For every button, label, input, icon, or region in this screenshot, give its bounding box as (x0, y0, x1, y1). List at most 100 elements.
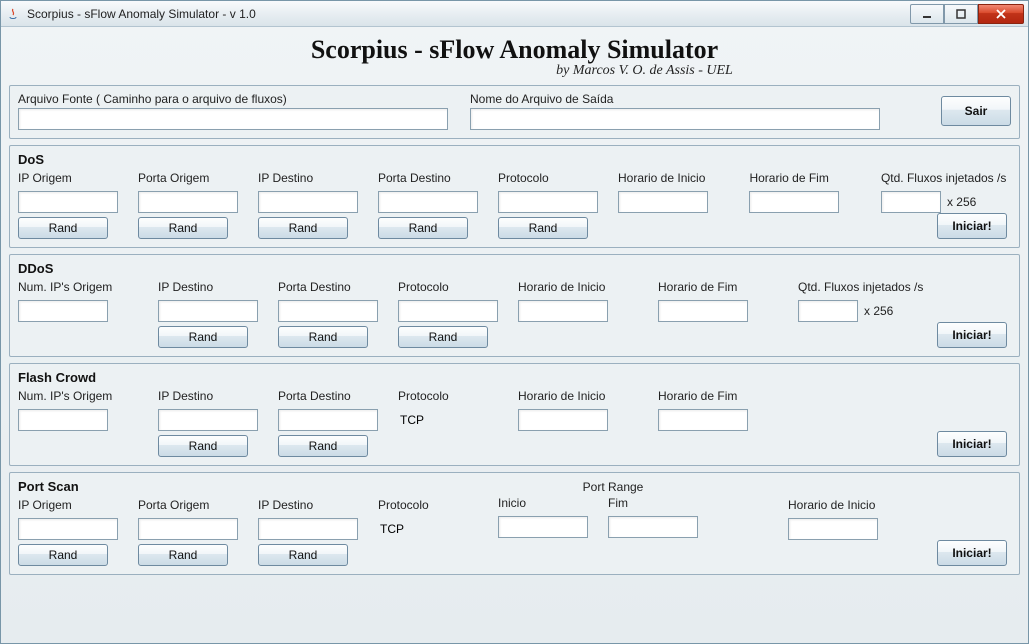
dos-ip-destino-rand[interactable]: Rand (258, 217, 348, 239)
dos-qtd-input[interactable] (881, 191, 941, 213)
app-window: Scorpius - sFlow Anomaly Simulator - v 1… (0, 0, 1029, 644)
window-title: Scorpius - sFlow Anomaly Simulator - v 1… (27, 7, 910, 21)
ddos-ip-destino-rand[interactable]: Rand (158, 326, 248, 348)
flash-protocolo-label: Protocolo (398, 389, 498, 403)
dos-porta-destino-label: Porta Destino (378, 171, 478, 185)
source-file-label: Arquivo Fonte ( Caminho para o arquivo d… (18, 92, 458, 106)
dos-porta-origem-label: Porta Origem (138, 171, 238, 185)
ps-fim-input[interactable] (608, 516, 698, 538)
ddos-qtd-input[interactable] (798, 300, 858, 322)
dos-horario-inicio-label: Horario de Inicio (618, 171, 729, 185)
ps-fim-label: Fim (608, 496, 698, 510)
ddos-horario-inicio-input[interactable] (518, 300, 608, 322)
ddos-title: DDoS (18, 261, 1011, 276)
ddos-porta-destino-label: Porta Destino (278, 280, 378, 294)
dos-ip-destino-input[interactable] (258, 191, 358, 213)
dos-ip-destino-label: IP Destino (258, 171, 358, 185)
close-button[interactable] (978, 4, 1024, 24)
ddos-horario-fim-input[interactable] (658, 300, 748, 322)
flash-ip-destino-input[interactable] (158, 409, 258, 431)
dos-title: DoS (18, 152, 1011, 167)
flash-title: Flash Crowd (18, 370, 1011, 385)
flash-numips-label: Num. IP's Origem (18, 389, 138, 403)
ddos-ip-destino-input[interactable] (158, 300, 258, 322)
dos-porta-destino-input[interactable] (378, 191, 478, 213)
ps-horario-inicio-label: Horario de Inicio (788, 498, 908, 512)
ps-ip-origem-rand[interactable]: Rand (18, 544, 108, 566)
dos-iniciar-button[interactable]: Iniciar! (937, 213, 1007, 239)
content-area: Scorpius - sFlow Anomaly Simulator by Ma… (1, 27, 1028, 585)
ps-protocolo-label: Protocolo (378, 498, 478, 512)
dos-x256-label: x 256 (947, 195, 976, 209)
flash-horario-fim-input[interactable] (658, 409, 748, 431)
ddos-iniciar-button[interactable]: Iniciar! (937, 322, 1007, 348)
dos-protocolo-input[interactable] (498, 191, 598, 213)
output-file-label: Nome do Arquivo de Saída (470, 92, 890, 106)
ddos-panel: DDoS Num. IP's Origem IP Destino Rand Po… (9, 254, 1020, 357)
portscan-iniciar-button[interactable]: Iniciar! (937, 540, 1007, 566)
ddos-numips-label: Num. IP's Origem (18, 280, 138, 294)
dos-qtd-label: Qtd. Fluxos injetados /s (881, 171, 1011, 185)
flash-numips-input[interactable] (18, 409, 108, 431)
dos-panel: DoS IP Origem Rand Porta Origem Rand IP … (9, 145, 1020, 248)
ps-inicio-label: Inicio (498, 496, 588, 510)
ps-porta-origem-input[interactable] (138, 518, 238, 540)
app-header: Scorpius - sFlow Anomaly Simulator by Ma… (9, 35, 1020, 79)
flash-horario-inicio-input[interactable] (518, 409, 608, 431)
maximize-button[interactable] (944, 4, 978, 24)
ddos-qtd-label: Qtd. Fluxos injetados /s (798, 280, 938, 294)
dos-horario-fim-input[interactable] (749, 191, 839, 213)
ps-ip-destino-label: IP Destino (258, 498, 358, 512)
dos-ip-origem-rand[interactable]: Rand (18, 217, 108, 239)
ddos-porta-destino-rand[interactable]: Rand (278, 326, 368, 348)
flash-horario-fim-label: Horario de Fim (658, 389, 778, 403)
app-title: Scorpius - sFlow Anomaly Simulator (9, 35, 1020, 65)
dos-porta-destino-rand[interactable]: Rand (378, 217, 468, 239)
dos-ip-origem-input[interactable] (18, 191, 118, 213)
ddos-numips-input[interactable] (18, 300, 108, 322)
ddos-protocolo-input[interactable] (398, 300, 498, 322)
dos-protocolo-rand[interactable]: Rand (498, 217, 588, 239)
flash-panel: Flash Crowd Num. IP's Origem IP Destino … (9, 363, 1020, 466)
ps-porta-origem-label: Porta Origem (138, 498, 238, 512)
flash-horario-inicio-label: Horario de Inicio (518, 389, 638, 403)
flash-iniciar-button[interactable]: Iniciar! (937, 431, 1007, 457)
exit-button[interactable]: Sair (941, 96, 1011, 126)
ddos-horario-fim-label: Horario de Fim (658, 280, 778, 294)
ps-ip-origem-label: IP Origem (18, 498, 118, 512)
flash-protocolo-value: TCP (398, 409, 498, 431)
app-byline: by Marcos V. O. de Assis - UEL (9, 63, 1020, 79)
source-file-input[interactable] (18, 108, 448, 130)
flash-ip-destino-label: IP Destino (158, 389, 258, 403)
ddos-protocolo-label: Protocolo (398, 280, 498, 294)
ddos-x256-label: x 256 (864, 304, 893, 318)
titlebar: Scorpius - sFlow Anomaly Simulator - v 1… (1, 1, 1028, 27)
portscan-panel: Port Scan IP Origem Rand Porta Origem Ra… (9, 472, 1020, 575)
ddos-protocolo-rand[interactable]: Rand (398, 326, 488, 348)
ps-inicio-input[interactable] (498, 516, 588, 538)
window-controls (910, 4, 1024, 24)
file-panel: Arquivo Fonte ( Caminho para o arquivo d… (9, 85, 1020, 139)
flash-porta-destino-input[interactable] (278, 409, 378, 431)
ps-ip-destino-input[interactable] (258, 518, 358, 540)
minimize-button[interactable] (910, 4, 944, 24)
ps-ip-origem-input[interactable] (18, 518, 118, 540)
ps-porta-origem-rand[interactable]: Rand (138, 544, 228, 566)
ddos-ip-destino-label: IP Destino (158, 280, 258, 294)
port-range-label: Port Range (498, 480, 728, 494)
dos-porta-origem-rand[interactable]: Rand (138, 217, 228, 239)
dos-porta-origem-input[interactable] (138, 191, 238, 213)
dos-horario-inicio-input[interactable] (618, 191, 708, 213)
ps-horario-inicio-input[interactable] (788, 518, 878, 540)
output-file-input[interactable] (470, 108, 880, 130)
flash-porta-destino-rand[interactable]: Rand (278, 435, 368, 457)
flash-ip-destino-rand[interactable]: Rand (158, 435, 248, 457)
dos-horario-fim-label: Horario de Fim (749, 171, 860, 185)
java-icon (5, 6, 21, 22)
ps-protocolo-value: TCP (378, 518, 478, 540)
ps-ip-destino-rand[interactable]: Rand (258, 544, 348, 566)
ddos-porta-destino-input[interactable] (278, 300, 378, 322)
dos-protocolo-label: Protocolo (498, 171, 598, 185)
ddos-horario-inicio-label: Horario de Inicio (518, 280, 638, 294)
flash-porta-destino-label: Porta Destino (278, 389, 378, 403)
